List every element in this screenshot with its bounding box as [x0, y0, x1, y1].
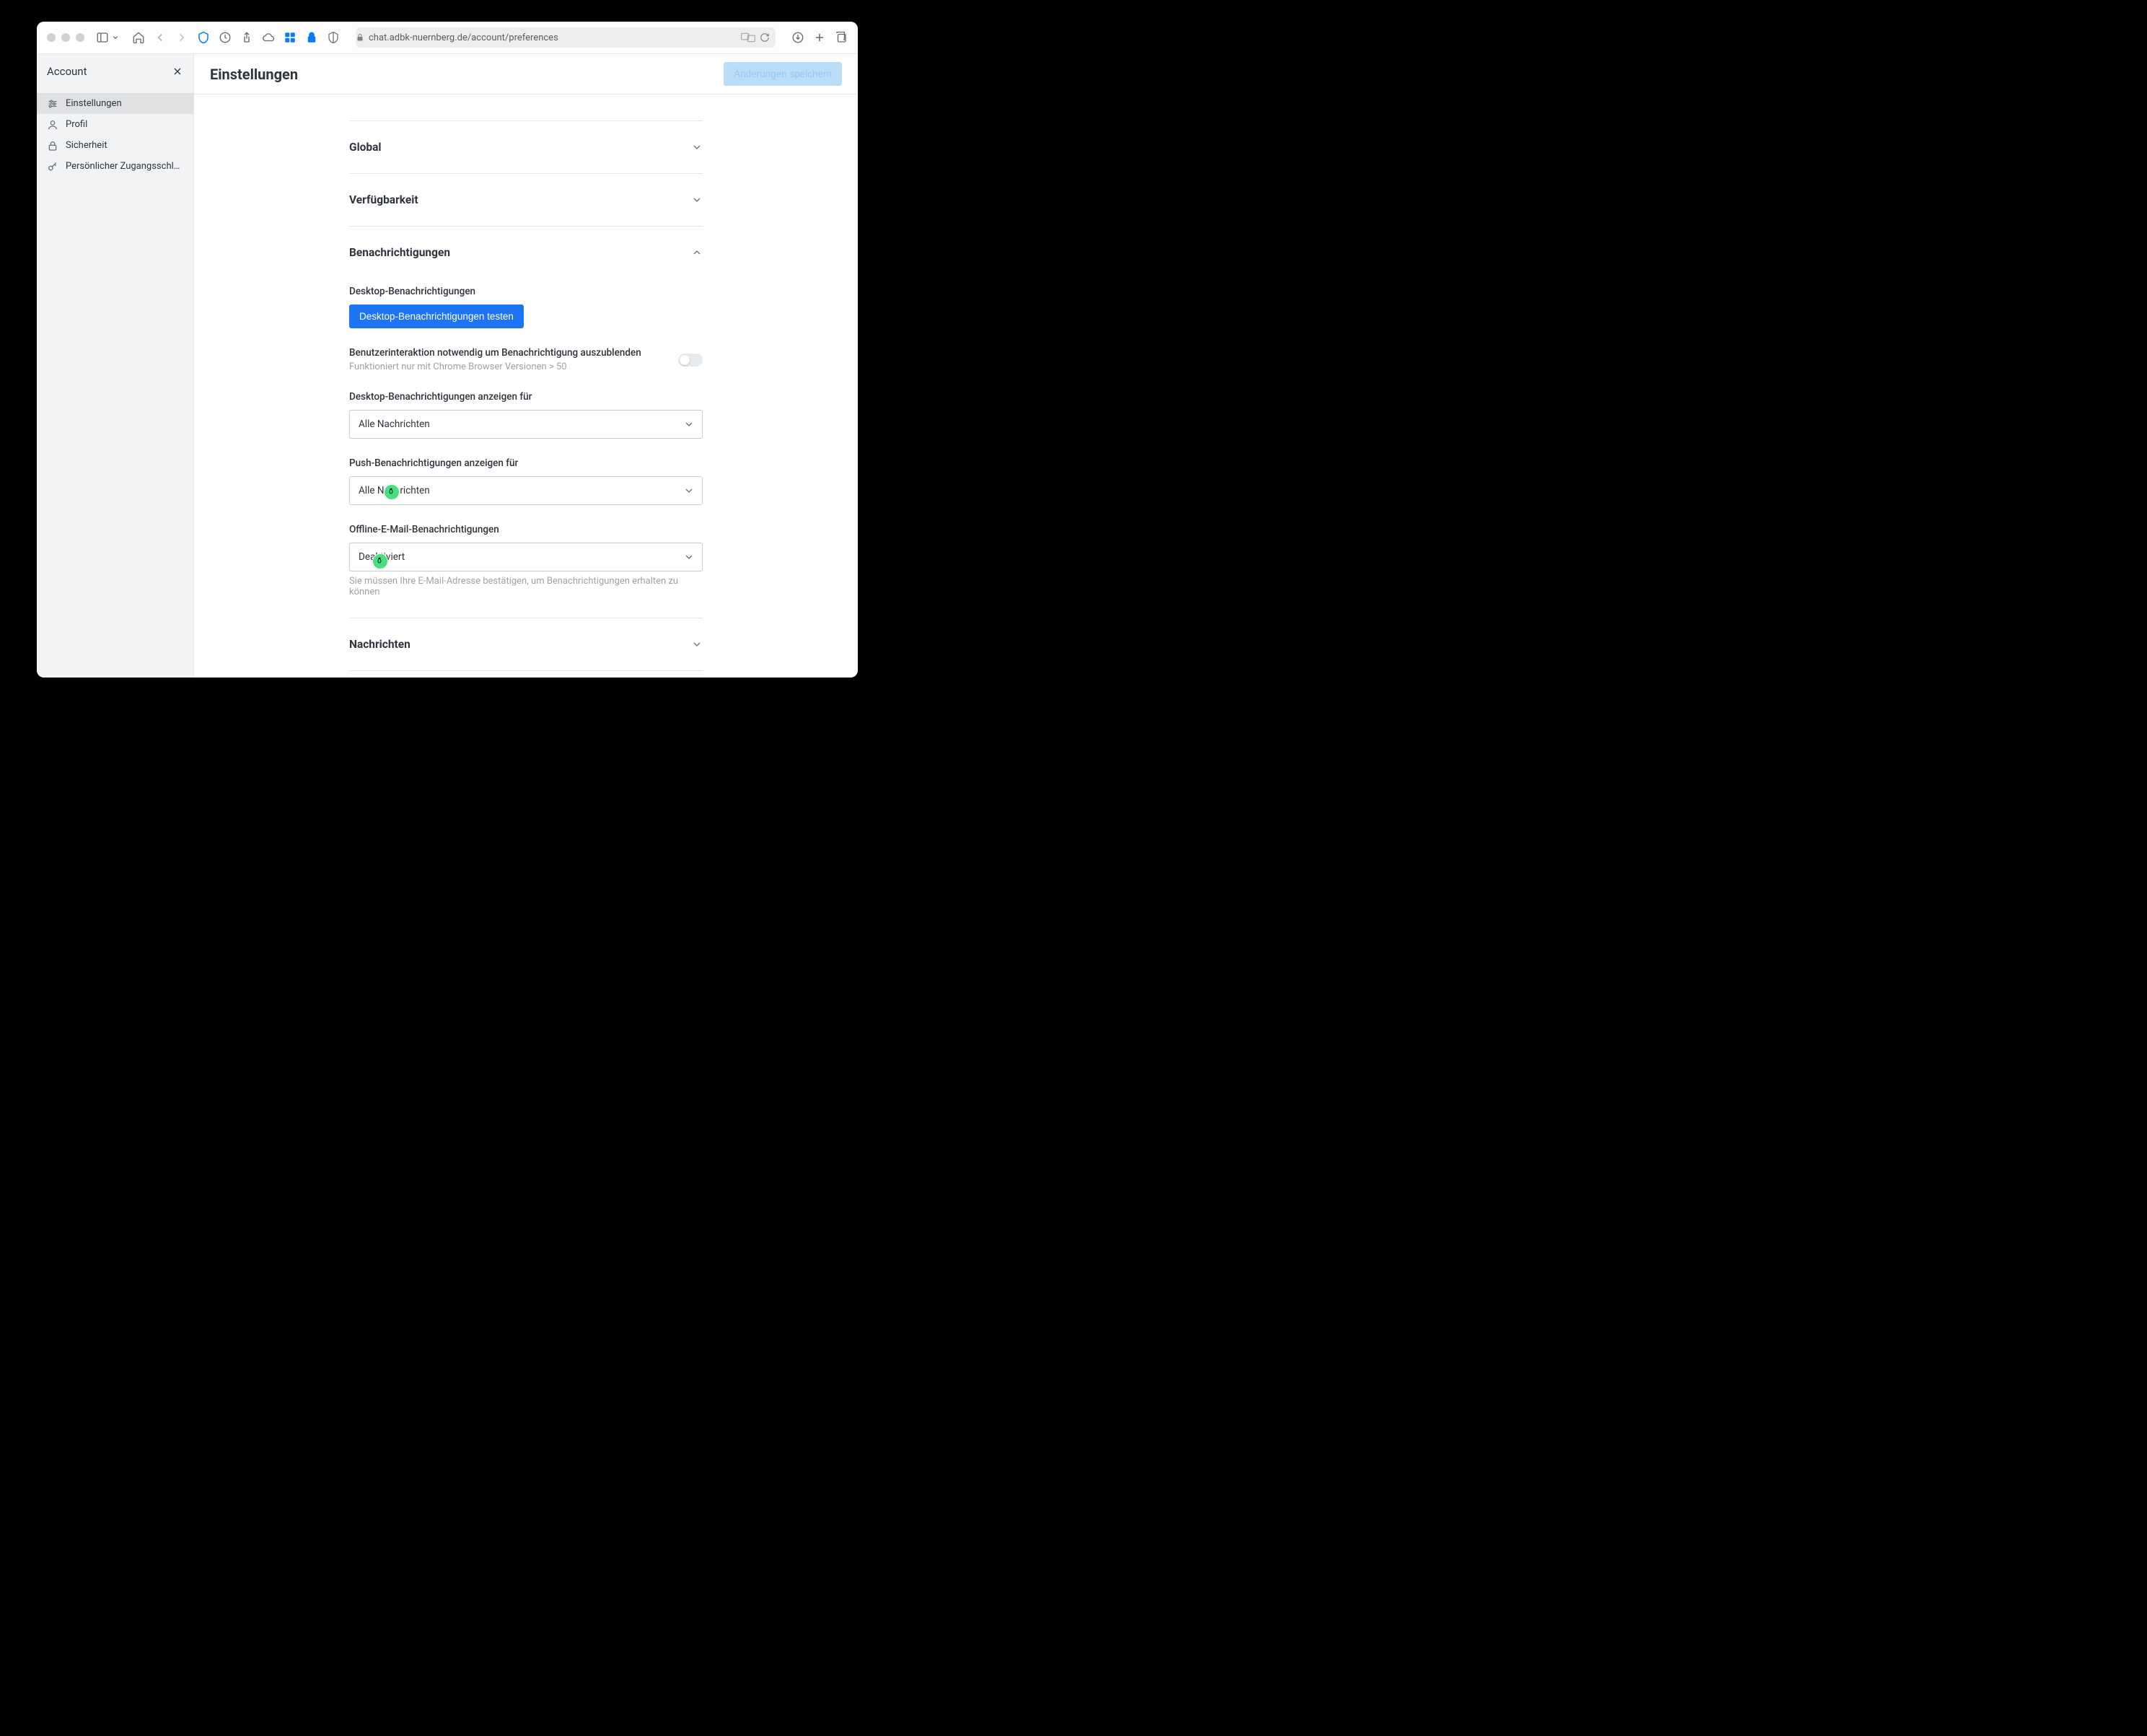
field-label: Push-Benachrichtigungen anzeigen für	[349, 457, 703, 469]
field-offline-email: Offline-E-Mail-Benachrichtigungen Deakti…	[349, 524, 703, 597]
translate-icon[interactable]	[741, 32, 755, 43]
lock-icon	[47, 140, 58, 152]
minimize-window-icon[interactable]	[61, 33, 70, 42]
settings-panel: Einstellungen Änderungen speichern Globa…	[194, 54, 858, 678]
sidebar-item-label: Persönlicher Zugangsschlüs…	[66, 161, 183, 172]
section-availability: Verfügbarkeit	[349, 174, 703, 227]
shield-half-icon[interactable]	[327, 31, 340, 44]
chevron-down-icon	[683, 485, 695, 496]
field-label: Benutzerinteraktion notwendig um Benachr…	[349, 347, 641, 359]
url-bar[interactable]: chat.adbk-nuernberg.de/account/preferenc…	[356, 27, 776, 48]
section-toggle-global[interactable]: Global	[349, 121, 703, 173]
section-global: Global	[349, 120, 703, 174]
section-toggle-highlights[interactable]: Hervorhebungen	[349, 671, 703, 678]
field-label: Offline-E-Mail-Benachrichtigungen	[349, 524, 703, 535]
forward-icon[interactable]	[175, 31, 188, 44]
sidebar-item-label: Sicherheit	[66, 140, 107, 151]
field-label: Desktop-Benachrichtigungen anzeigen für	[349, 391, 703, 403]
chevron-up-icon	[691, 247, 703, 258]
offline-email-select[interactable]: Deaktiviert	[349, 543, 703, 571]
field-label: Desktop-Benachrichtigungen	[349, 286, 703, 297]
sliders-icon	[47, 98, 58, 110]
field-help: Funktioniert nur mit Chrome Browser Vers…	[349, 361, 641, 372]
lock-icon	[356, 33, 364, 42]
section-toggle-notifications[interactable]: Benachrichtigungen	[349, 227, 703, 279]
panel-header: Einstellungen Änderungen speichern	[194, 54, 858, 95]
new-tab-icon[interactable]	[813, 31, 826, 44]
section-messages: Nachrichten	[349, 618, 703, 671]
chevron-down-icon	[691, 194, 703, 206]
app: Account Einstellungen Profil	[37, 54, 858, 678]
sidebar-title: Account	[47, 65, 87, 78]
user-icon	[47, 119, 58, 131]
select-value: Alle Nachrichten	[359, 418, 430, 430]
sidebar-item-einstellungen[interactable]: Einstellungen	[37, 93, 193, 114]
browser-window: chat.adbk-nuernberg.de/account/preferenc…	[37, 22, 858, 678]
browser-toolbar: chat.adbk-nuernberg.de/account/preferenc…	[37, 22, 858, 54]
url-text: chat.adbk-nuernberg.de/account/preferenc…	[369, 32, 558, 43]
push-show-select[interactable]: Alle Nachrichten	[349, 476, 703, 505]
reload-icon[interactable]	[760, 32, 770, 43]
section-title: Verfügbarkeit	[349, 193, 418, 206]
select-value: Deaktiviert	[359, 551, 405, 563]
sidebar-item-sicherheit[interactable]: Sicherheit	[37, 135, 193, 156]
sidebar-header: Account	[37, 54, 193, 89]
section-title: Global	[349, 141, 382, 154]
chevron-down-icon	[683, 551, 695, 563]
close-window-icon[interactable]	[47, 33, 56, 42]
field-desktop-notifications: Desktop-Benachrichtigungen Desktop-Benac…	[349, 286, 703, 328]
shield-icon[interactable]	[197, 31, 210, 44]
select-value: Alle Nachrichten	[359, 485, 430, 496]
home-icon[interactable]	[132, 31, 145, 44]
extension-blocks-icon[interactable]	[284, 31, 297, 44]
chevron-down-icon	[683, 418, 695, 430]
section-toggle-availability[interactable]: Verfügbarkeit	[349, 174, 703, 226]
interaction-toggle[interactable]	[678, 354, 703, 367]
section-notifications: Benachrichtigungen Desktop-Benachrichtig…	[349, 227, 703, 618]
window-controls[interactable]	[47, 33, 84, 42]
tabs-overview-icon[interactable]	[835, 31, 848, 44]
section-title: Benachrichtigungen	[349, 246, 450, 259]
sidebar-toggle-icon[interactable]	[96, 31, 109, 44]
field-push-show-for: Push-Benachrichtigungen anzeigen für All…	[349, 457, 703, 505]
lock-fill-icon[interactable]	[305, 31, 318, 44]
panel-body[interactable]: Global Verfügbarkeit	[194, 95, 858, 678]
desktop-show-select[interactable]: Alle Nachrichten	[349, 410, 703, 439]
section-highlights: Hervorhebungen	[349, 671, 703, 678]
test-desktop-notifications-button[interactable]: Desktop-Benachrichtigungen testen	[349, 304, 524, 328]
share-icon[interactable]	[240, 31, 253, 44]
downloads-icon[interactable]	[791, 31, 804, 44]
cloud-icon[interactable]	[262, 31, 275, 44]
section-toggle-messages[interactable]: Nachrichten	[349, 618, 703, 670]
sidebar-item-label: Profil	[66, 119, 87, 130]
sidebar-item-label: Einstellungen	[66, 98, 122, 109]
chevron-down-icon[interactable]	[112, 34, 119, 41]
history-icon[interactable]	[219, 31, 232, 44]
field-help: Sie müssen Ihre E-Mail-Adresse bestätige…	[349, 576, 703, 597]
key-icon	[47, 161, 58, 172]
zoom-window-icon[interactable]	[76, 33, 84, 42]
chevron-down-icon	[691, 141, 703, 153]
account-sidebar: Account Einstellungen Profil	[37, 54, 194, 678]
back-icon[interactable]	[154, 31, 167, 44]
section-title: Nachrichten	[349, 638, 410, 651]
sidebar-item-zugangsschluessel[interactable]: Persönlicher Zugangsschlüs…	[37, 156, 193, 177]
field-interaction-required: Benutzerinteraktion notwendig um Benachr…	[349, 347, 703, 372]
chevron-down-icon	[691, 639, 703, 650]
page-title: Einstellungen	[210, 66, 298, 83]
close-icon[interactable]	[172, 66, 183, 77]
field-desktop-show-for: Desktop-Benachrichtigungen anzeigen für …	[349, 391, 703, 439]
save-button[interactable]: Änderungen speichern	[724, 62, 842, 86]
sidebar-item-profil[interactable]: Profil	[37, 114, 193, 135]
